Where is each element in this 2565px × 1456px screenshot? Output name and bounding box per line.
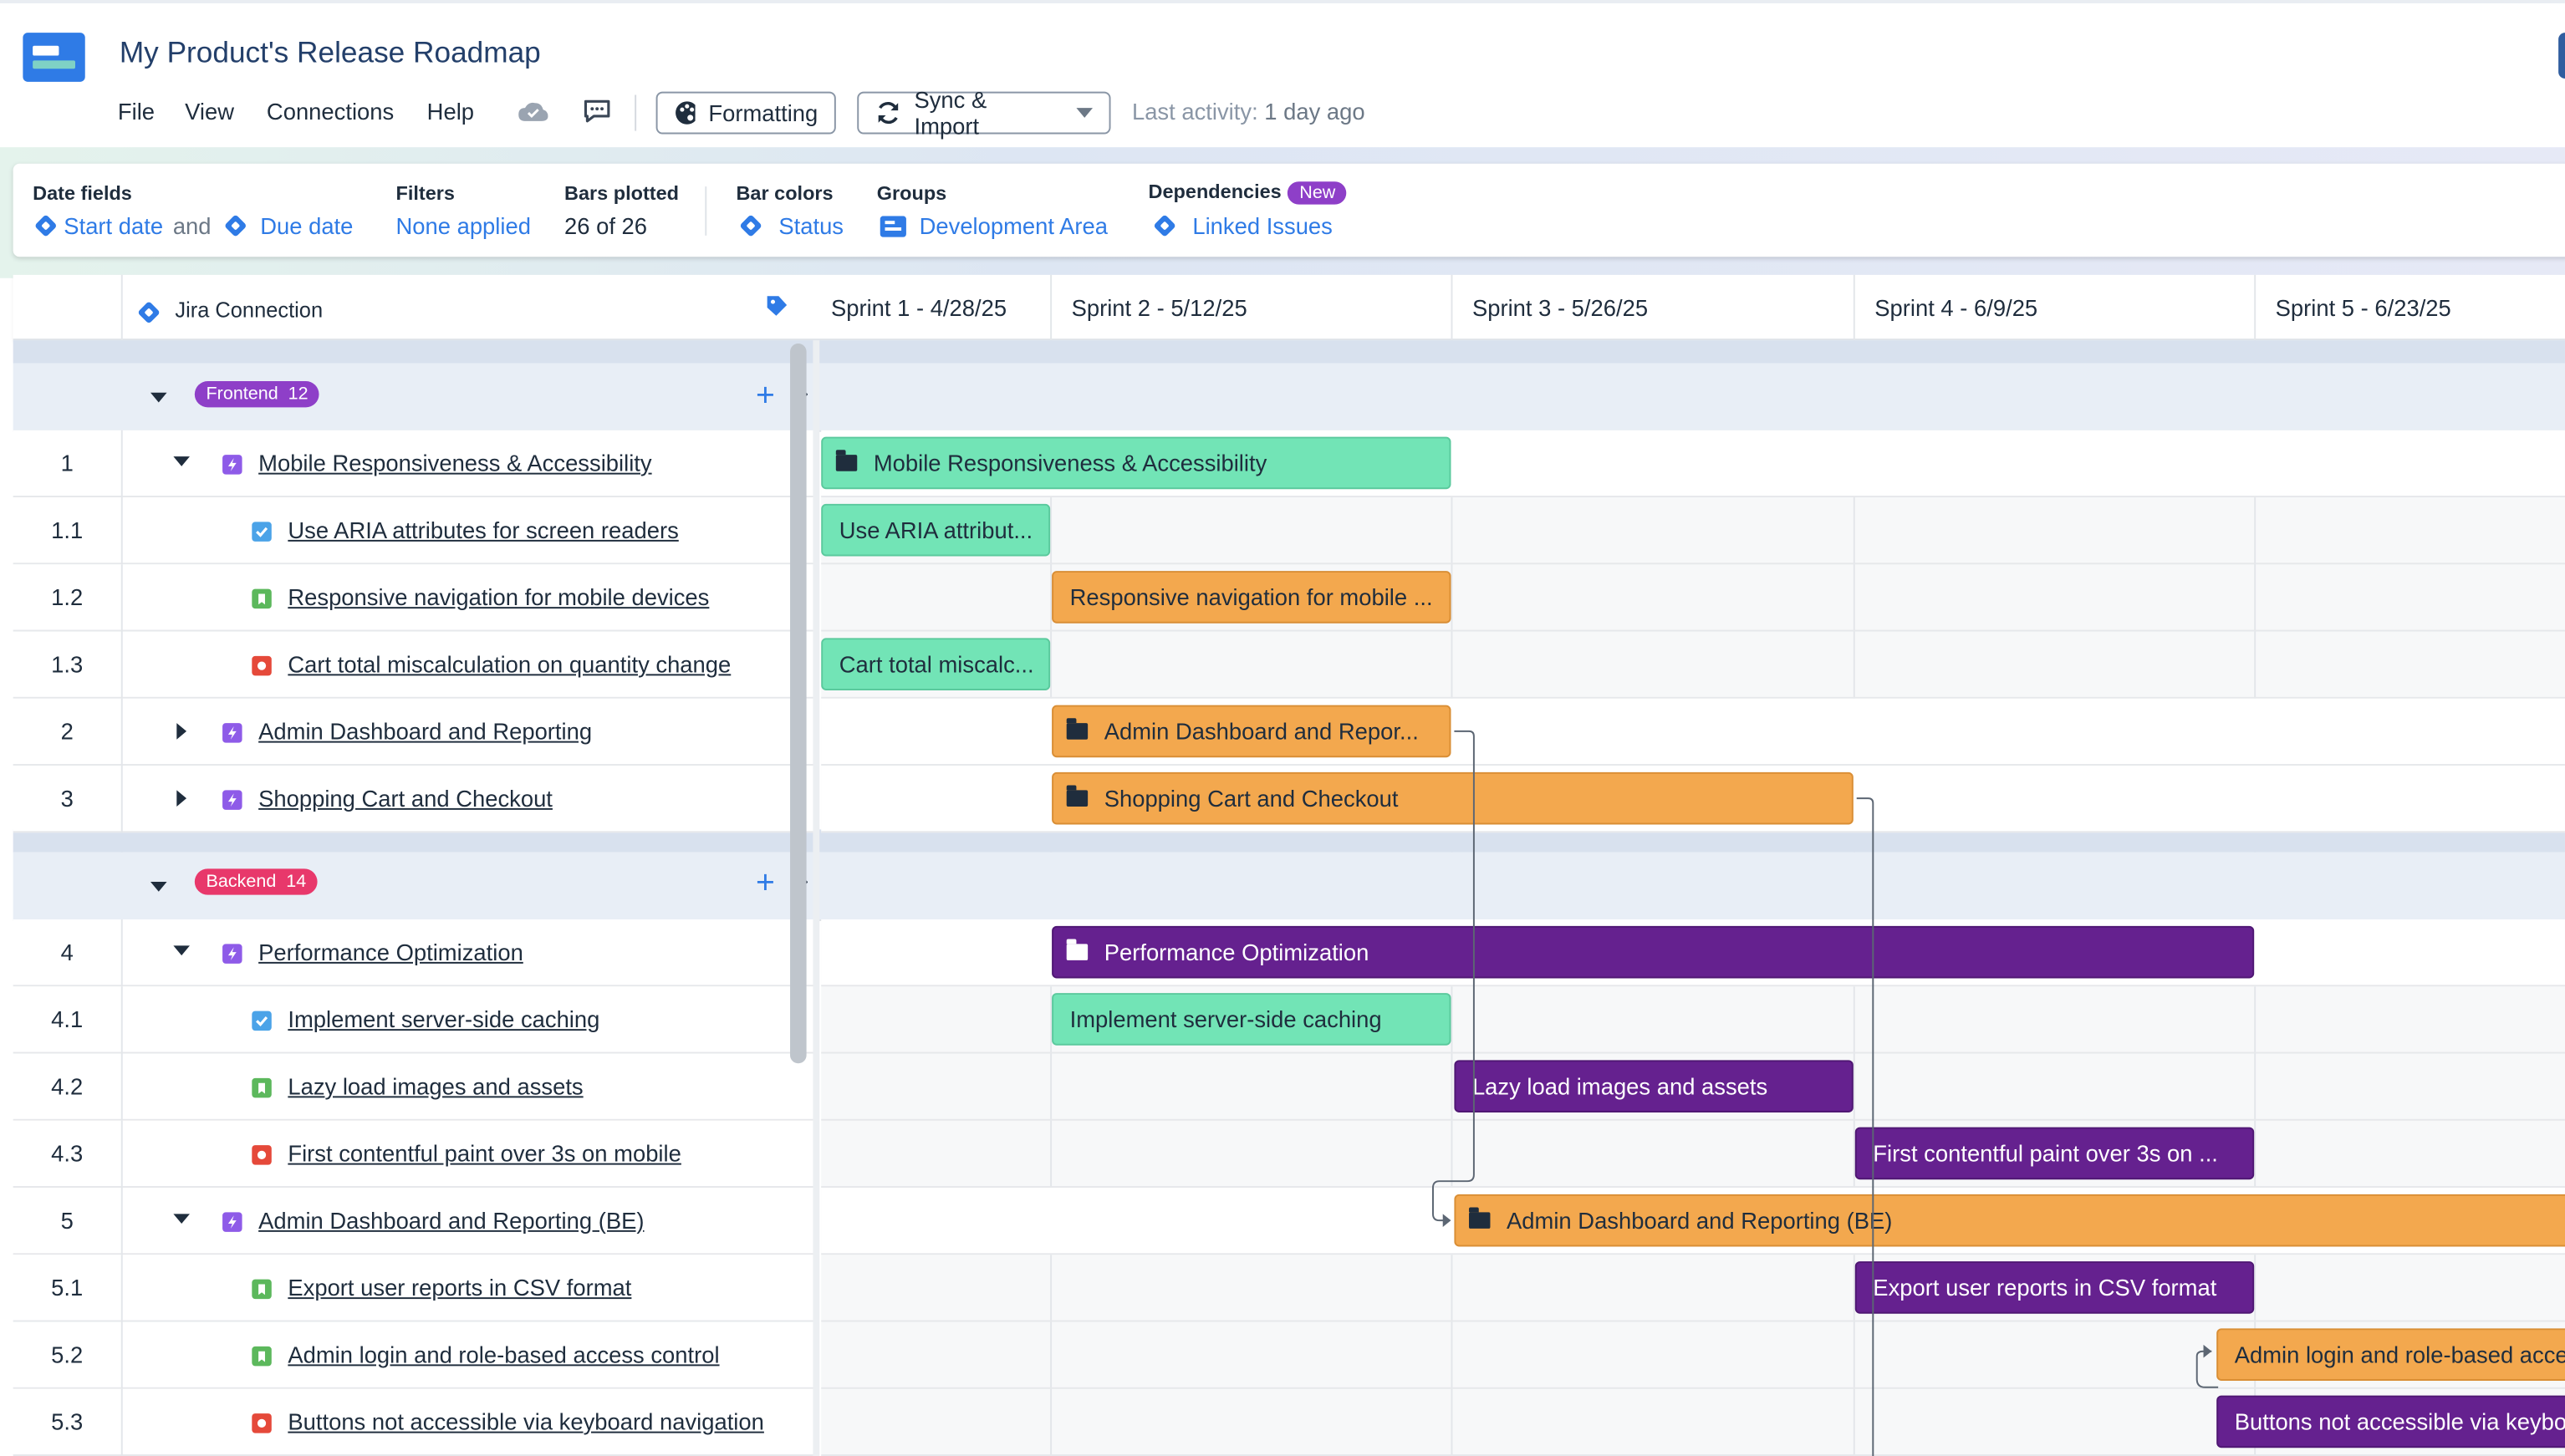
dependency-lines xyxy=(1432,730,2219,1456)
vertical-scrollbar[interactable] xyxy=(790,344,807,1064)
pane-splitter[interactable] xyxy=(813,340,820,1456)
